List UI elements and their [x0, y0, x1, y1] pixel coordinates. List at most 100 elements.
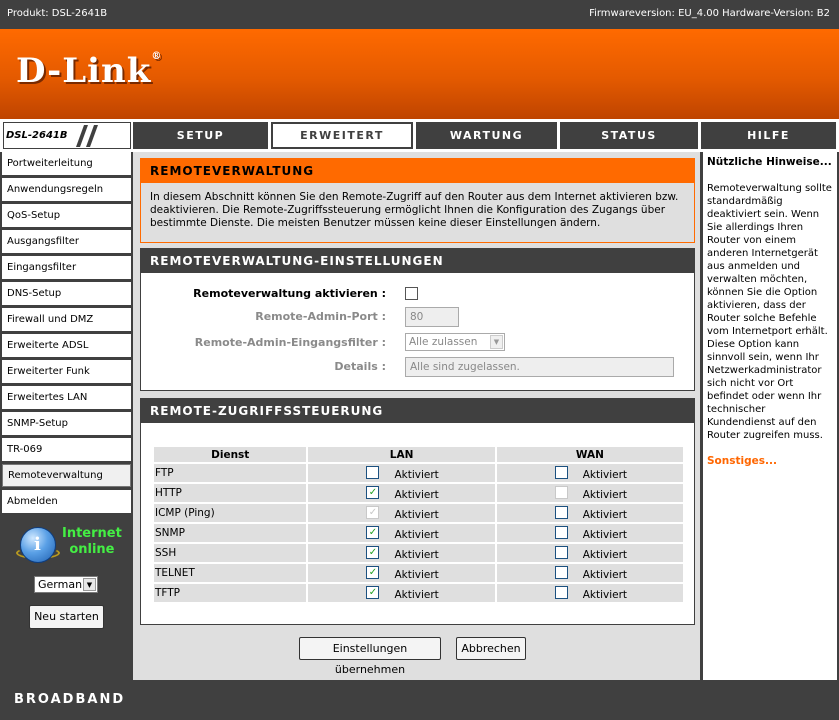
service-name: SSH — [154, 544, 307, 562]
lan-checkbox[interactable]: ✓ — [366, 526, 380, 539]
enable-label: Remoteverwaltung aktivieren : — [193, 287, 386, 300]
enable-row: Remoteverwaltung aktivieren : — [141, 284, 694, 304]
sidebar-item-erweitertes-lan[interactable]: Erweitertes LAN — [2, 386, 131, 409]
lan-checkbox[interactable]: ✓ — [366, 486, 380, 499]
sidebar-item-erweiterte-adsl[interactable]: Erweiterte ADSL — [2, 334, 131, 357]
tab-wartung[interactable]: WARTUNG — [416, 122, 557, 149]
filter-label: Remote-Admin-Eingangsfilter : — [194, 336, 386, 349]
settings-title: REMOTEVERWALTUNG-EINSTELLUNGEN — [141, 249, 694, 273]
lan-checkbox[interactable] — [366, 466, 380, 479]
lan-cell: ✓ Aktiviert — [308, 544, 495, 562]
tab-hilfe[interactable]: HILFE — [701, 122, 836, 149]
wan-checkbox — [554, 486, 568, 499]
port-label: Remote-Admin-Port : — [255, 310, 386, 323]
service-name: TELNET — [154, 564, 307, 582]
hints-body: Remoteverwaltung sollte standardmäßig de… — [707, 183, 832, 441]
lan-checkbox-label: Aktiviert — [394, 529, 439, 541]
sidebar-item-dns-setup[interactable]: DNS-Setup — [2, 282, 131, 305]
internet-status-text: Internet online — [62, 526, 122, 557]
chevron-down-icon: ▼ — [490, 335, 503, 349]
lan-checkbox[interactable]: ✓ — [366, 586, 380, 599]
firmware-label: Firmwareversion: EU_4.00 Hardware-Versio… — [589, 8, 830, 19]
main-content: REMOTEVERWALTUNG In diesem Abschnitt kön… — [133, 152, 700, 680]
apply-button[interactable]: Einstellungen übernehmen — [299, 637, 441, 676]
tab-status[interactable]: STATUS — [560, 122, 698, 149]
sidebar-item-remoteverwaltung[interactable]: Remoteverwaltung — [2, 464, 131, 487]
lan-checkbox[interactable]: ✓ — [366, 566, 380, 579]
lan-checkbox-label: Aktiviert — [394, 569, 439, 581]
wan-checkbox-label: Aktiviert — [582, 489, 628, 501]
header-wan: WAN — [496, 447, 683, 462]
hints-title: Nützliche Hinweise... — [707, 156, 832, 168]
lan-checkbox[interactable]: ✓ — [366, 546, 380, 559]
footer: BROADBAND — [0, 680, 839, 720]
sidebar-item-snmp-setup[interactable]: SNMP-Setup — [2, 412, 131, 435]
model-badge: DSL-2641B — [3, 122, 131, 149]
wan-cell: Aktiviert — [496, 464, 683, 482]
table-row: SSH ✓ Aktiviert Aktiviert — [154, 544, 683, 562]
lan-checkbox-label: Aktiviert — [394, 509, 439, 521]
sidebar-item-tr-069[interactable]: TR-069 — [2, 438, 131, 461]
details-input[interactable]: Alle sind zugelassen. — [405, 357, 674, 377]
sidebar-item-ausgangsfilter[interactable]: Ausgangsfilter — [2, 230, 131, 253]
sidebar-item-erweiterter-funk[interactable]: Erweiterter Funk — [2, 360, 131, 383]
table-row: TFTP ✓ Aktiviert Aktiviert — [154, 584, 683, 602]
service-name: TFTP — [154, 584, 307, 602]
wan-checkbox[interactable] — [554, 546, 568, 559]
table-row: TELNET ✓ Aktiviert Aktiviert — [154, 564, 683, 582]
sidebar-item-firewall-dmz[interactable]: Firewall und DMZ — [2, 308, 131, 331]
tab-setup[interactable]: SETUP — [133, 122, 268, 149]
filter-row: Remote-Admin-Eingangsfilter : Alle zulas… — [141, 333, 694, 353]
port-input[interactable]: 80 — [405, 307, 459, 327]
sidebar-item-abmelden[interactable]: Abmelden — [2, 490, 131, 513]
language-select[interactable]: German ▼ — [34, 576, 98, 593]
hints-column: Nützliche Hinweise... Remoteverwaltung s… — [700, 152, 839, 680]
header-service: Dienst — [154, 447, 307, 462]
lan-cell: Aktiviert — [308, 464, 495, 482]
slash-decoration — [85, 125, 99, 147]
top-info-bar: Produkt: DSL-2641B Firmwareversion: EU_4… — [0, 0, 839, 29]
service-name: HTTP — [154, 484, 307, 502]
settings-section: REMOTEVERWALTUNG-EINSTELLUNGEN Remotever… — [140, 248, 695, 391]
lan-cell: ✓ Aktiviert — [308, 584, 495, 602]
wan-checkbox-label: Aktiviert — [582, 589, 628, 601]
restart-button[interactable]: Neu starten — [29, 605, 104, 629]
service-name: ICMP (Ping) — [154, 504, 307, 522]
lan-checkbox: ✓ — [366, 506, 380, 519]
wan-cell: Aktiviert — [496, 564, 683, 582]
sidebar-item-qos-setup[interactable]: QoS-Setup — [2, 204, 131, 227]
table-row: HTTP ✓ Aktiviert Aktiviert — [154, 484, 683, 502]
internet-status: i Internet online — [16, 525, 122, 569]
product-label: Produkt: DSL-2641B — [7, 8, 108, 19]
sidebar: Portweiterleitung Anwendungsregeln QoS-S… — [0, 152, 133, 680]
lan-checkbox-label: Aktiviert — [394, 589, 439, 601]
sidebar-item-portweiterleitung[interactable]: Portweiterleitung — [2, 152, 131, 175]
sidebar-item-anwendungsregeln[interactable]: Anwendungsregeln — [2, 178, 131, 201]
wan-checkbox[interactable] — [554, 586, 568, 599]
wan-checkbox-label: Aktiviert — [582, 529, 628, 541]
wan-checkbox[interactable] — [554, 506, 568, 519]
wan-checkbox[interactable] — [554, 526, 568, 539]
lan-cell: ✓ Aktiviert — [308, 524, 495, 542]
wan-checkbox-label: Aktiviert — [582, 469, 628, 481]
lan-checkbox-label: Aktiviert — [394, 469, 439, 481]
filter-select[interactable]: Alle zulassen ▼ — [405, 333, 505, 351]
wan-cell: Aktiviert — [496, 524, 683, 542]
wan-checkbox[interactable] — [554, 566, 568, 579]
table-row: SNMP ✓ Aktiviert Aktiviert — [154, 524, 683, 542]
lan-cell: ✓ Aktiviert — [308, 564, 495, 582]
enable-remote-checkbox[interactable] — [405, 287, 418, 300]
wan-cell: Aktiviert — [496, 504, 683, 522]
header-lan: LAN — [308, 447, 495, 462]
nav-bar: DSL-2641B SETUP ERWEITERT WARTUNG STATUS… — [0, 119, 839, 152]
details-label: Details : — [334, 360, 386, 373]
tab-erweitert[interactable]: ERWEITERT — [271, 122, 413, 149]
wan-cell: Aktiviert — [496, 584, 683, 602]
access-title: REMOTE-ZUGRIFFSSTEUERUNG — [141, 399, 694, 423]
wan-checkbox[interactable] — [554, 466, 568, 479]
cancel-button[interactable]: Abbrechen — [456, 637, 526, 660]
sidebar-item-eingangsfilter[interactable]: Eingangsfilter — [2, 256, 131, 279]
wan-cell: Aktiviert — [496, 484, 683, 502]
hints-more-link[interactable]: Sonstiges... — [707, 455, 833, 467]
access-table: Dienst LAN WAN FTP Aktiviert Aktiviert HTTP… — [152, 445, 685, 604]
